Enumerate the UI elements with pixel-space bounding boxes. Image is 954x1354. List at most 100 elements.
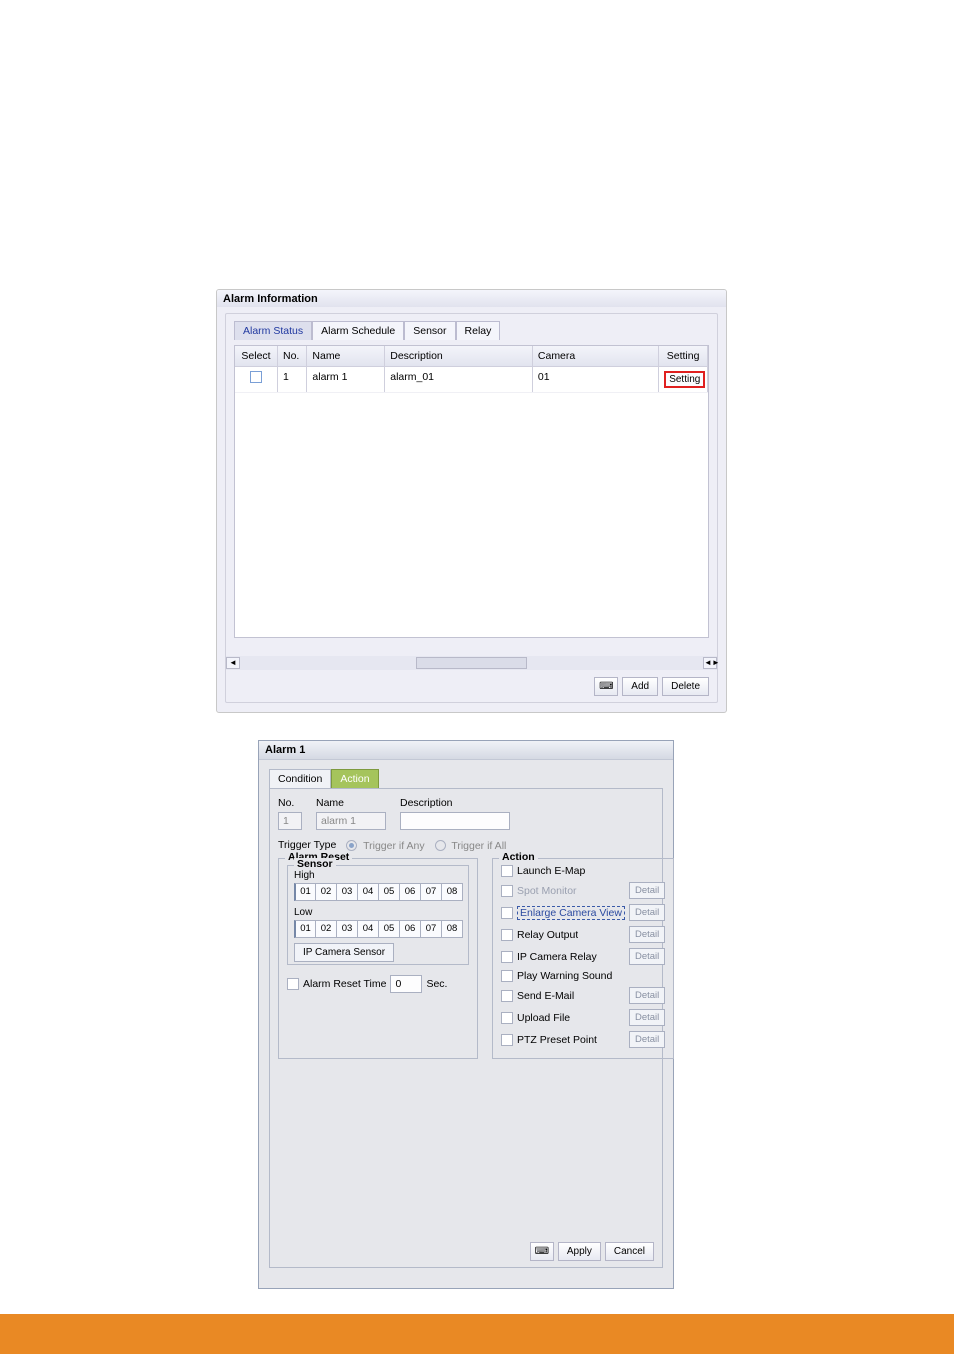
scroll-right-icon[interactable]: ◄►: [703, 657, 717, 669]
sensor-high-05[interactable]: 05: [378, 883, 400, 901]
alarm-detail-title: Alarm 1: [259, 741, 673, 760]
sensor-low-08[interactable]: 08: [441, 920, 463, 938]
alarm-detail-body: Condition Action No. Name Description: [259, 760, 673, 1287]
action-fieldset: Action Launch E-Map: [492, 858, 674, 1059]
name-field: Name: [316, 797, 386, 830]
action-send-email: Send E-Mail Detail: [501, 987, 665, 1004]
action-relay-output-detail-button[interactable]: Detail: [629, 926, 665, 943]
sensor-low-03[interactable]: 03: [336, 920, 358, 938]
action-tab-pane: No. Name Description Trigger Type: [269, 788, 663, 1268]
action-play-warning-sound-label: Play Warning Sound: [517, 970, 612, 982]
row-setting-button[interactable]: Setting: [664, 371, 705, 388]
action-relay-output: Relay Output Detail: [501, 926, 665, 943]
alarm-reset-fieldset: Alarm Reset Sensor High 01 02 03 04 05 0…: [278, 858, 478, 1059]
keyboard-icon-button[interactable]: ⌨: [530, 1242, 554, 1261]
alarm-reset-time-row: Alarm Reset Time Sec.: [287, 975, 469, 993]
sensor-high-02[interactable]: 02: [315, 883, 337, 901]
action-spot-monitor-label: Spot Monitor: [517, 885, 577, 897]
action-enlarge-camera-view-checkbox[interactable]: [501, 907, 513, 919]
table-header: Select No. Name Description Camera Setti…: [235, 346, 708, 367]
scroll-left-icon[interactable]: ◄: [226, 657, 240, 669]
col-description: Description: [385, 346, 533, 366]
sensor-high-03[interactable]: 03: [336, 883, 358, 901]
sensor-low-02[interactable]: 02: [315, 920, 337, 938]
action-spot-monitor-checkbox[interactable]: [501, 885, 513, 897]
alarm-info-panel: Alarm Information Alarm Status Alarm Sch…: [216, 289, 727, 713]
scroll-track[interactable]: [240, 657, 703, 669]
action-ip-camera-relay-checkbox[interactable]: [501, 951, 513, 963]
table-horizontal-scrollbar[interactable]: ◄ ◄►: [226, 656, 717, 670]
trigger-type-label: Trigger Type: [278, 839, 336, 851]
tab-sensor[interactable]: Sensor: [404, 321, 455, 340]
sensor-low-01[interactable]: 01: [294, 920, 316, 938]
table-row[interactable]: 1 alarm 1 alarm_01 01 Setting: [235, 367, 708, 393]
desc-label: Description: [400, 797, 510, 809]
sensor-low-label: Low: [294, 907, 462, 918]
alarm-info-title: Alarm Information: [217, 290, 726, 307]
ip-camera-sensor-button[interactable]: IP Camera Sensor: [294, 943, 394, 962]
action-upload-file-checkbox[interactable]: [501, 1012, 513, 1024]
sensor-low-07[interactable]: 07: [420, 920, 442, 938]
page-footer-bar: [0, 1314, 954, 1354]
action-relay-output-checkbox[interactable]: [501, 929, 513, 941]
alarm-reset-time-unit: Sec.: [426, 978, 447, 990]
action-ip-camera-relay-detail-button[interactable]: Detail: [629, 948, 665, 965]
sensor-high-08[interactable]: 08: [441, 883, 463, 901]
tab-alarm-status[interactable]: Alarm Status: [234, 321, 312, 340]
row-select-checkbox[interactable]: [250, 371, 262, 383]
desc-input[interactable]: [400, 812, 510, 830]
alarm-info-tabs: Alarm Status Alarm Schedule Sensor Relay: [234, 320, 709, 339]
action-launch-emap-checkbox[interactable]: [501, 865, 513, 877]
cancel-button[interactable]: Cancel: [605, 1242, 654, 1261]
action-ip-camera-relay-label: IP Camera Relay: [517, 951, 597, 963]
alarm-reset-time-checkbox[interactable]: [287, 978, 299, 990]
alarm-detail-dialog: Alarm 1 Condition Action No. Name: [258, 740, 674, 1289]
action-launch-emap-label: Launch E-Map: [517, 865, 585, 877]
sensor-high-01[interactable]: 01: [294, 883, 316, 901]
alarm-reset-time-input[interactable]: [390, 975, 422, 993]
add-button[interactable]: Add: [622, 677, 658, 696]
keyboard-icon-button[interactable]: ⌨: [594, 677, 618, 696]
tab-relay[interactable]: Relay: [456, 321, 501, 340]
action-ip-camera-relay: IP Camera Relay Detail: [501, 948, 665, 965]
action-upload-file-label: Upload File: [517, 1012, 570, 1024]
sensor-high-04[interactable]: 04: [357, 883, 379, 901]
trigger-if-any-option[interactable]: Trigger if Any: [346, 838, 424, 852]
scroll-thumb[interactable]: [416, 657, 527, 669]
col-name: Name: [307, 346, 385, 366]
sensor-low-04[interactable]: 04: [357, 920, 379, 938]
action-ptz-preset-checkbox[interactable]: [501, 1034, 513, 1046]
action-send-email-checkbox[interactable]: [501, 990, 513, 1002]
action-upload-file: Upload File Detail: [501, 1009, 665, 1026]
action-upload-file-detail-button[interactable]: Detail: [629, 1009, 665, 1026]
trigger-type-row: Trigger Type Trigger if Any Trigger if A…: [278, 838, 654, 852]
sensor-high-label: High: [294, 870, 462, 881]
sensor-low-05[interactable]: 05: [378, 920, 400, 938]
no-label: No.: [278, 797, 302, 809]
tab-action[interactable]: Action: [331, 769, 378, 789]
action-list: Launch E-Map Spot Monitor Detail: [501, 865, 665, 1048]
delete-button[interactable]: Delete: [662, 677, 709, 696]
name-label: Name: [316, 797, 386, 809]
tab-alarm-schedule[interactable]: Alarm Schedule: [312, 321, 404, 340]
action-spot-monitor-detail-button[interactable]: Detail: [629, 882, 665, 899]
action-play-warning-sound-checkbox[interactable]: [501, 970, 513, 982]
keyboard-icon: ⌨: [599, 681, 613, 692]
cell-setting: Setting: [659, 367, 708, 392]
action-enlarge-camera-view-detail-button[interactable]: Detail: [629, 904, 665, 921]
cell-select[interactable]: [235, 367, 278, 392]
sensor-high-06[interactable]: 06: [399, 883, 421, 901]
action-ptz-preset-detail-button[interactable]: Detail: [629, 1031, 665, 1048]
col-camera: Camera: [533, 346, 659, 366]
alarm-info-footer: ⌨ Add Delete: [594, 677, 709, 696]
sensor-high-07[interactable]: 07: [420, 883, 442, 901]
col-no: No.: [278, 346, 307, 366]
cell-description: alarm_01: [385, 367, 533, 392]
cell-name: alarm 1: [307, 367, 385, 392]
tab-condition[interactable]: Condition: [269, 769, 331, 789]
trigger-if-all-option[interactable]: Trigger if All: [435, 838, 507, 852]
sensor-low-06[interactable]: 06: [399, 920, 421, 938]
apply-button[interactable]: Apply: [558, 1242, 601, 1261]
action-send-email-detail-button[interactable]: Detail: [629, 987, 665, 1004]
action-ptz-preset-label: PTZ Preset Point: [517, 1034, 597, 1046]
